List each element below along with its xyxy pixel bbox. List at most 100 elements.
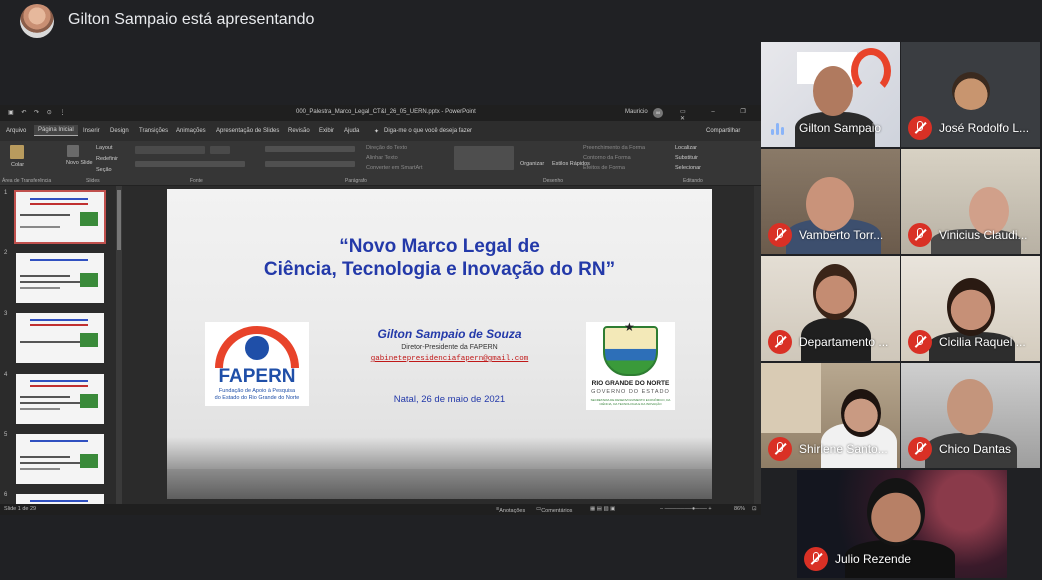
powerpoint-titlebar: ▣ ↶ ↷ ⊙ ⋮ 000_Palestra_Marco_Legal_CT&I_… — [0, 105, 761, 122]
tab-inserir[interactable]: Inserir — [83, 128, 100, 134]
align-icons[interactable] — [265, 161, 355, 167]
shape-fill-button[interactable]: Preenchimento da Forma — [583, 145, 645, 151]
participant-face — [813, 264, 857, 320]
find-button[interactable]: Localizar — [675, 145, 697, 151]
participant-name: Chico Dantas — [939, 442, 1012, 456]
notes-button[interactable]: ≡ Anotações — [496, 506, 525, 514]
participant-face — [867, 478, 925, 546]
user-avatar[interactable]: M — [653, 108, 663, 118]
background-shelf — [761, 363, 821, 433]
paste-icon[interactable] — [10, 145, 24, 159]
fapern-logo-text: FAPERN — [218, 366, 296, 387]
participant-face — [806, 177, 854, 231]
mic-off-icon — [908, 437, 932, 461]
tab-animacoes[interactable]: Animações — [176, 128, 206, 134]
tell-me-input[interactable]: Diga-me o que você deseja fazer — [384, 128, 472, 134]
presenter-banner: Gilton Sampaio está apresentando — [0, 0, 1042, 42]
current-slide[interactable]: “Novo Marco Legal de Ciência, Tecnologia… — [167, 189, 712, 499]
participant-tile-vinicius[interactable]: Vinicius Claudi... — [901, 149, 1040, 254]
participant-tile-departamento[interactable]: Departamento ... — [761, 256, 900, 361]
tab-ajuda[interactable]: Ajuda — [344, 128, 359, 134]
slide-scrollbar[interactable] — [754, 186, 761, 504]
shared-screen[interactable]: ▣ ↶ ↷ ⊙ ⋮ 000_Palestra_Marco_Legal_CT&I_… — [0, 105, 761, 515]
font-name-select[interactable] — [135, 146, 205, 154]
notes-label: Anotações — [499, 508, 526, 514]
thumb-number: 3 — [4, 311, 8, 317]
participant-tile-julio[interactable]: Julio Rezende — [797, 470, 1007, 578]
fapern-subtitle-1: Fundação de Apoio à Pesquisa — [218, 388, 296, 394]
lightbulb-icon: ✦ — [374, 129, 380, 135]
text-direction-button[interactable]: Direção do Texto — [366, 145, 407, 151]
meeting-window: Gilton Sampaio está apresentando ▣ ↶ ↷ ⊙… — [0, 0, 1042, 580]
slide-thumbnail[interactable] — [16, 253, 104, 303]
tab-transicoes[interactable]: Transições — [139, 128, 168, 134]
participant-name: Gilton Sampaio — [799, 121, 882, 135]
new-slide-icon[interactable] — [67, 145, 79, 157]
slide-count: Slide 1 de 29 — [4, 506, 37, 512]
slide-title-line1: “Novo Marco Legal de — [339, 236, 540, 257]
slide-thumbnail[interactable] — [16, 434, 104, 484]
tab-arquivo[interactable]: Arquivo — [6, 128, 26, 134]
view-buttons-icon[interactable]: ▦ ▤ ▧ ▣ — [590, 506, 615, 512]
ribbon: Colar Novo Slide Layout Redefinir Seção … — [0, 141, 761, 186]
participant-avatar — [952, 72, 990, 110]
zoom-level[interactable]: 86% — [734, 506, 745, 512]
participant-face — [813, 66, 853, 116]
reset-button[interactable]: Redefinir — [96, 156, 118, 162]
participant-name: Departamento ... — [799, 335, 889, 349]
group-font: Fonte — [190, 178, 203, 184]
thumb-number: 1 — [4, 190, 8, 196]
slide-email-link[interactable]: gabinetepresidenciafapern@gmail.com — [317, 355, 582, 363]
shapes-gallery[interactable] — [454, 146, 514, 170]
comments-button[interactable]: ▭ Comentários — [536, 506, 572, 514]
mic-off-icon — [908, 330, 932, 354]
participant-tile-cicilia[interactable]: Cicilia Raquel ... — [901, 256, 1040, 361]
participant-tile-shirlene[interactable]: Shirlene Santo... — [761, 363, 900, 468]
shape-outline-button[interactable]: Contorno da Forma — [583, 155, 631, 161]
participant-name: Cicilia Raquel ... — [939, 335, 1026, 349]
slide-author: Gilton Sampaio de Souza — [377, 327, 522, 341]
section-button[interactable]: Seção — [96, 167, 112, 173]
font-size-select[interactable] — [210, 146, 230, 154]
slide-thumbnail[interactable] — [16, 494, 104, 504]
fit-icon[interactable]: ⊡ — [752, 506, 757, 512]
comments-label: Comentários — [541, 508, 573, 514]
tab-revisao[interactable]: Revisão — [288, 128, 310, 134]
select-button[interactable]: Selecionar — [675, 165, 701, 171]
tab-exibir[interactable]: Exibir — [319, 128, 334, 134]
mic-off-icon — [908, 116, 932, 140]
smartart-button[interactable]: Converter em SmartArt — [366, 165, 423, 171]
arrange-button[interactable]: Organizar — [520, 161, 544, 167]
participant-tile-chico[interactable]: Chico Dantas — [901, 363, 1040, 468]
new-slide-button[interactable]: Novo Slide — [66, 160, 93, 166]
participant-tile-vamberto[interactable]: Vamberto Torr... — [761, 149, 900, 254]
tab-pagina-inicial[interactable]: Página Inicial — [34, 125, 78, 136]
zoom-slider[interactable]: – ───────●─── + — [660, 506, 712, 512]
font-format-icons[interactable] — [135, 161, 245, 167]
presenter-banner-text: Gilton Sampaio está apresentando — [68, 11, 315, 28]
slide-role: Diretor-Presidente da FAPERN — [401, 344, 498, 351]
replace-button[interactable]: Substituir — [675, 155, 698, 161]
align-text-button[interactable]: Alinhar Texto — [366, 155, 398, 161]
share-button[interactable]: Compartilhar — [706, 128, 740, 134]
tab-apresentacao[interactable]: Apresentação de Slides — [216, 128, 279, 134]
slide-thumbnail[interactable] — [14, 190, 106, 244]
tab-design[interactable]: Design — [110, 128, 129, 134]
participant-name: Shirlene Santo... — [799, 442, 888, 456]
slide-thumbnail[interactable] — [16, 374, 104, 424]
rn-government-logo: ★ RIO GRANDE DO NORTE GOVERNO DO ESTADO … — [586, 320, 675, 410]
window-controls-icon[interactable]: ▭ – ❐ ✕ — [680, 108, 761, 122]
slide-thumbnail[interactable] — [16, 313, 104, 363]
participant-face — [947, 379, 993, 435]
layout-button[interactable]: Layout — [96, 145, 113, 151]
paste-button[interactable]: Colar — [11, 162, 24, 168]
thumb-number: 6 — [4, 492, 8, 498]
paragraph-icons[interactable] — [265, 146, 355, 152]
participant-tile-jose[interactable]: José Rodolfo L... — [901, 42, 1040, 147]
slide-thumbnail-pane[interactable]: 1 2 3 4 5 6 — [0, 186, 116, 504]
participant-tile-gilton[interactable]: Gilton Sampaio — [761, 42, 900, 147]
shape-effects-button[interactable]: Efeitos de Forma — [583, 165, 625, 171]
group-clipboard: Área de Transferência — [2, 178, 52, 184]
quick-access-icons[interactable]: ▣ ↶ ↷ ⊙ ⋮ — [8, 109, 68, 116]
slide-title: “Novo Marco Legal de Ciência, Tecnologia… — [167, 235, 712, 281]
